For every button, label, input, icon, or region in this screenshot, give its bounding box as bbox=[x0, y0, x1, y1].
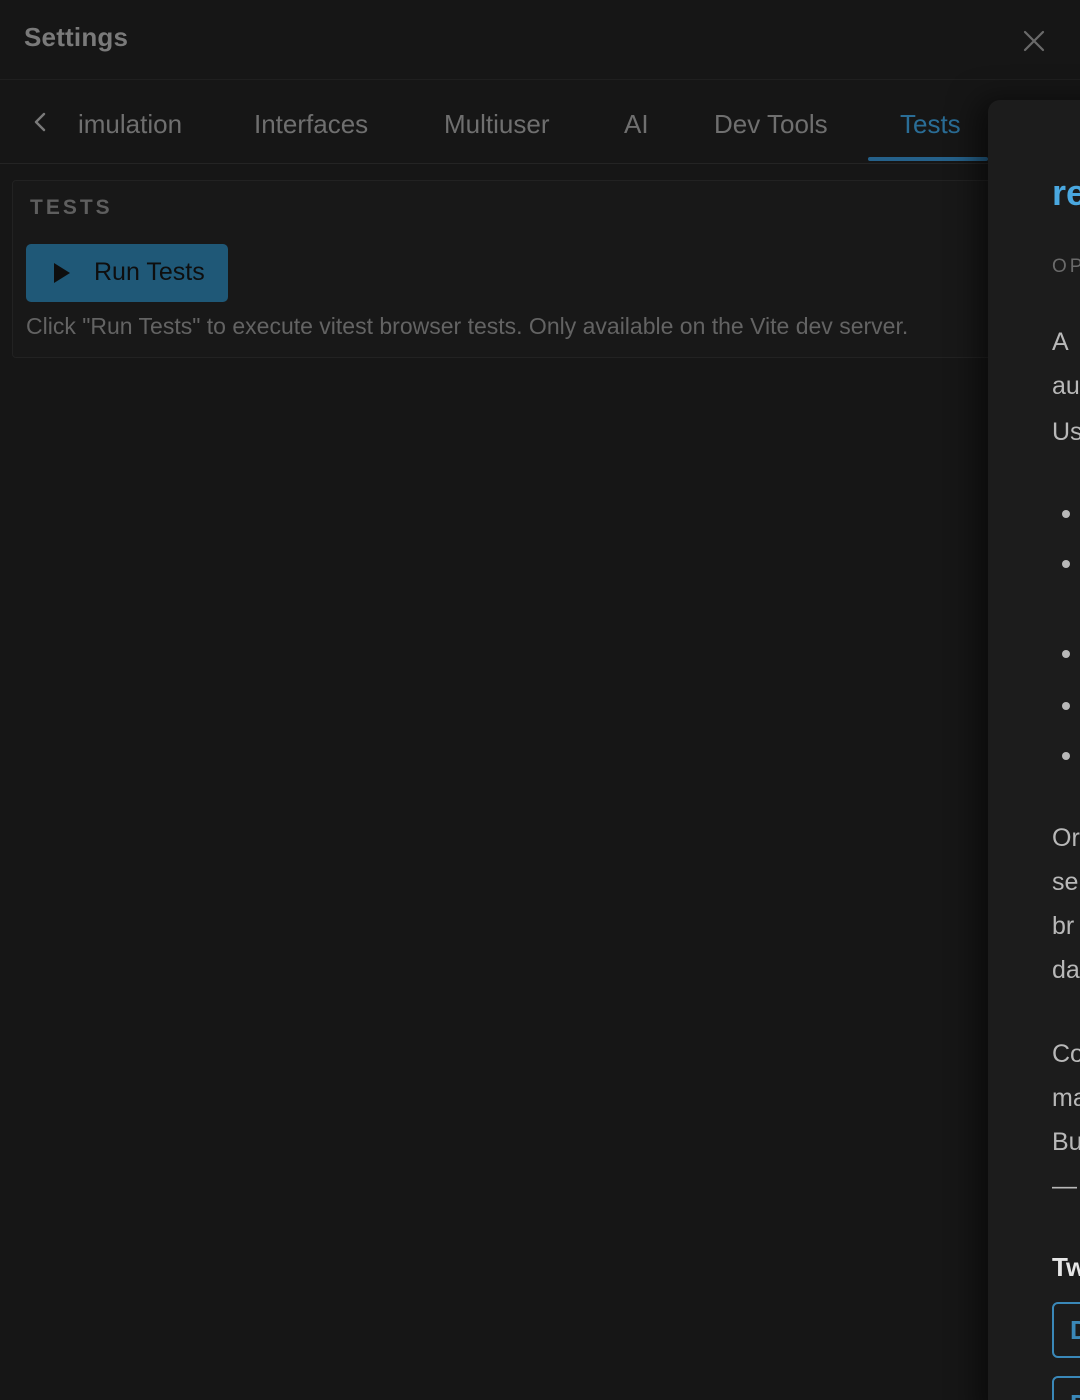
tests-help-text: Click "Run Tests" to execute vitest brow… bbox=[26, 313, 909, 339]
panel-subtitle: OP bbox=[1052, 256, 1080, 277]
list-bullet bbox=[1062, 702, 1070, 710]
panel-heading: Tw bbox=[1052, 1252, 1080, 1282]
active-tab-indicator bbox=[868, 157, 988, 161]
tab-simulation[interactable]: imulation bbox=[78, 104, 182, 144]
settings-title: Settings bbox=[24, 22, 129, 52]
panel-paragraph-line: — bbox=[1052, 1172, 1077, 1200]
list-bullet bbox=[1062, 510, 1070, 518]
panel-paragraph-line: Or bbox=[1052, 824, 1080, 852]
section-title: TESTS bbox=[30, 196, 113, 219]
panel-paragraph-line: au bbox=[1052, 372, 1080, 400]
play-icon bbox=[54, 263, 70, 283]
tab-dev-tools[interactable]: Dev Tools bbox=[714, 104, 828, 144]
tab-interfaces[interactable]: Interfaces bbox=[254, 104, 368, 144]
panel-action-button[interactable]: D bbox=[1052, 1302, 1080, 1358]
panel-paragraph-line: se bbox=[1052, 868, 1079, 896]
tab-ai[interactable]: AI bbox=[624, 104, 649, 144]
panel-paragraph-line: A bbox=[1052, 328, 1069, 356]
panel-paragraph-line: Us bbox=[1052, 418, 1080, 446]
panel-paragraph-line: da bbox=[1052, 956, 1080, 984]
settings-window: Settings imulation Interfaces Multiuser … bbox=[0, 0, 1080, 1400]
run-tests-label: Run Tests bbox=[94, 258, 205, 286]
run-tests-button[interactable]: Run Tests bbox=[26, 244, 228, 302]
panel-paragraph-line: Bu bbox=[1052, 1128, 1080, 1156]
tab-multiuser[interactable]: Multiuser bbox=[444, 104, 549, 144]
panel-paragraph-line: ma bbox=[1052, 1084, 1080, 1112]
tab-tests[interactable]: Tests bbox=[900, 104, 961, 144]
panel-paragraph-line: br bbox=[1052, 912, 1075, 940]
docs-side-panel: re OP A au Us Or se br da Co ma Bu — Tw … bbox=[988, 100, 1080, 1400]
list-bullet bbox=[1062, 752, 1070, 760]
panel-action-button[interactable]: D bbox=[1052, 1376, 1080, 1400]
settings-header: Settings bbox=[0, 0, 1080, 80]
chevron-left-icon[interactable] bbox=[28, 108, 52, 136]
panel-title: re bbox=[1052, 172, 1080, 213]
list-bullet bbox=[1062, 560, 1070, 568]
close-icon[interactable] bbox=[1019, 26, 1049, 56]
list-bullet bbox=[1062, 650, 1070, 658]
panel-paragraph-line: Co bbox=[1052, 1040, 1080, 1068]
